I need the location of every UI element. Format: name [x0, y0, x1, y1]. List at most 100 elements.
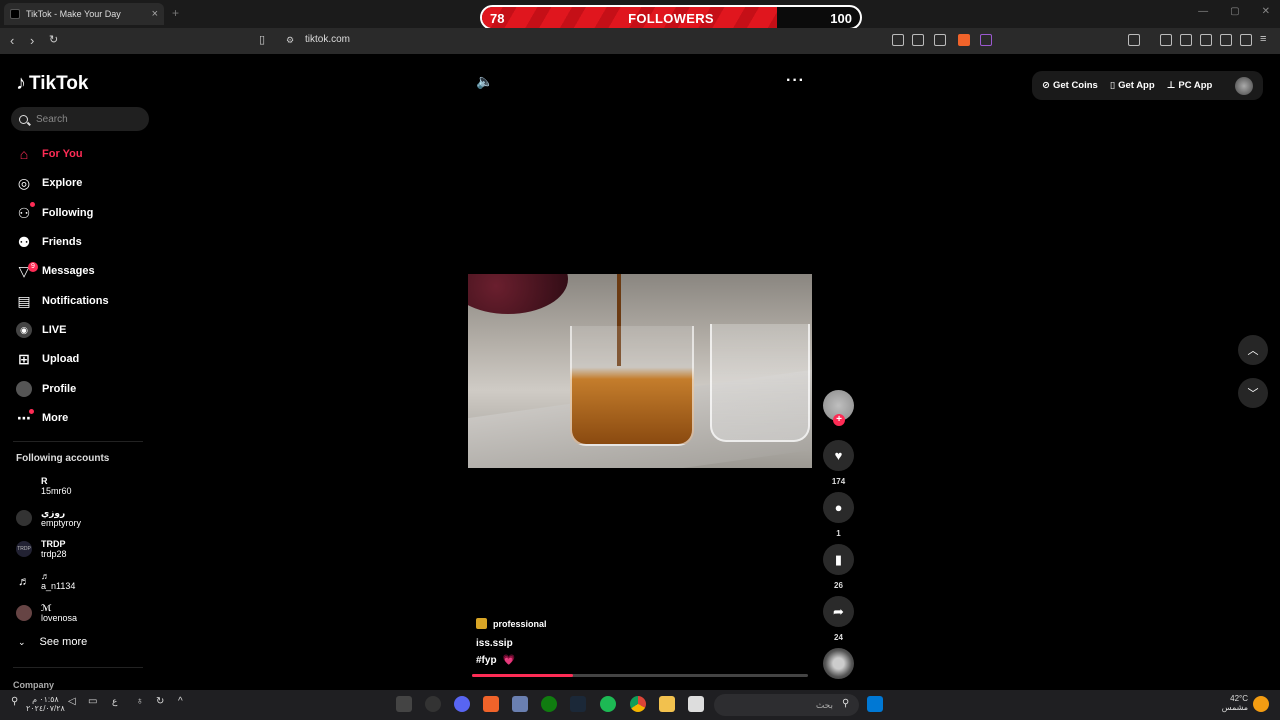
- volume-icon[interactable]: 🔈: [476, 73, 493, 90]
- video-author[interactable]: iss.ssip: [476, 638, 513, 649]
- wallet-icon[interactable]: [1200, 34, 1212, 46]
- company-link[interactable]: Company: [13, 680, 54, 690]
- windows-start-icon[interactable]: [867, 696, 883, 712]
- sidebar-item-profile[interactable]: Profile: [16, 379, 76, 399]
- compass-icon: ◎: [17, 174, 31, 191]
- save-button[interactable]: ▮: [823, 544, 854, 575]
- hashtag-link[interactable]: #fyp: [476, 655, 497, 666]
- chrome-icon[interactable]: [630, 696, 646, 712]
- leo-icon[interactable]: [1220, 34, 1232, 46]
- sidebar-item-following[interactable]: ⚇ Following: [16, 203, 94, 223]
- maximize-icon[interactable]: ▢: [1230, 6, 1239, 17]
- minimize-icon[interactable]: —: [1198, 6, 1208, 17]
- window-controls: — ▢ ✕: [1198, 6, 1270, 17]
- file-explorer-icon[interactable]: [659, 696, 675, 712]
- new-tab-button[interactable]: +: [172, 6, 179, 20]
- brave-rewards-icon[interactable]: [980, 34, 992, 46]
- vpn-icon[interactable]: [1240, 34, 1252, 46]
- site-info-icon[interactable]: ⚙: [286, 35, 294, 46]
- taskbar-search[interactable]: بحث: [714, 694, 859, 716]
- account-handle: 15mr60: [41, 486, 72, 496]
- taskbar-time: ٠١:٥٨ م: [32, 695, 59, 704]
- search-input[interactable]: Search: [11, 107, 149, 131]
- steam-icon[interactable]: [570, 696, 586, 712]
- see-more-button[interactable]: ⌄ See more: [18, 636, 87, 648]
- sidebar-item-explore[interactable]: ◎ Explore: [16, 173, 82, 193]
- video-progress-bar[interactable]: [472, 674, 808, 677]
- sidebar-item-label: Notifications: [42, 295, 109, 307]
- get-coins-button[interactable]: ⊘ Get Coins: [1042, 80, 1098, 91]
- tiktok-logo[interactable]: ♪ TikTok: [16, 72, 88, 95]
- music-icon[interactable]: [1160, 34, 1172, 46]
- store-icon[interactable]: [688, 696, 704, 712]
- like-button[interactable]: ♥: [823, 440, 854, 471]
- sidebar-item-notifications[interactable]: ▤ Notifications: [16, 291, 109, 311]
- app-icon[interactable]: [512, 696, 528, 712]
- back-icon[interactable]: ‹: [10, 33, 14, 48]
- sidebar-toggle-icon[interactable]: [1180, 34, 1192, 46]
- comment-button[interactable]: ●: [823, 492, 854, 523]
- taskbar-weather[interactable]: 42°C مشمس: [1220, 694, 1248, 712]
- speaker-icon[interactable]: ◁: [68, 696, 84, 712]
- microphone-icon[interactable]: ♁: [136, 696, 152, 712]
- more-options-icon[interactable]: ···: [786, 72, 805, 90]
- user-avatar[interactable]: [1235, 76, 1253, 95]
- profile-avatar: [16, 381, 32, 397]
- bookmark-icon[interactable]: ▯: [259, 33, 265, 46]
- follow-plus-icon[interactable]: +: [833, 414, 845, 426]
- taskbar-clock[interactable]: ٠١:٥٨ م ٢٠٢٤/٠٧/٢٨: [26, 695, 65, 713]
- epic-games-icon[interactable]: [396, 696, 412, 712]
- sidebar-item-label: Friends: [42, 236, 82, 248]
- brave-browser-icon[interactable]: [483, 696, 499, 712]
- following-icon: ⚇: [17, 204, 31, 221]
- get-app-button[interactable]: ▯ Get App: [1110, 80, 1155, 91]
- pc-app-button[interactable]: ⊥ PC App: [1167, 80, 1213, 91]
- account-item[interactable]: ℳlovenosa: [16, 601, 77, 625]
- account-name: ♬: [41, 571, 50, 581]
- messages-badge: 9: [28, 262, 38, 272]
- spotify-icon[interactable]: [600, 696, 616, 712]
- account-name: ℳ: [41, 603, 52, 613]
- next-video-button[interactable]: ﹀: [1238, 378, 1268, 408]
- music-note-icon: ♬: [18, 574, 30, 588]
- reload-icon[interactable]: ↻: [49, 33, 58, 46]
- sidebar-item-for-you[interactable]: ⌂ For You: [16, 144, 83, 164]
- tab-title: TikTok - Make Your Day: [26, 9, 121, 19]
- account-item[interactable]: R 15mr60: [16, 474, 72, 498]
- tray-chevron-icon[interactable]: ^: [178, 696, 194, 712]
- share-icon[interactable]: [934, 34, 946, 46]
- screenshot-icon[interactable]: [1128, 34, 1140, 46]
- category-tag[interactable]: professional: [476, 618, 547, 629]
- forward-icon[interactable]: ›: [30, 33, 34, 48]
- save-count: 26: [834, 581, 843, 590]
- xbox-icon[interactable]: [541, 696, 557, 712]
- sidebar-item-upload[interactable]: ⊞ Upload: [16, 349, 79, 369]
- discord-icon[interactable]: [454, 696, 470, 712]
- account-item[interactable]: TRDP TRDP trdp28: [16, 537, 67, 561]
- previous-video-button[interactable]: ︿: [1238, 335, 1268, 365]
- cast-icon[interactable]: [912, 34, 924, 46]
- menu-icon[interactable]: ≡: [1260, 33, 1266, 45]
- music-disc-icon[interactable]: [823, 648, 854, 679]
- share-button[interactable]: ➦: [823, 596, 854, 627]
- account-item[interactable]: روزي emptyrory: [16, 506, 81, 530]
- tab-close-icon[interactable]: ×: [152, 8, 158, 20]
- github-icon[interactable]: [425, 696, 441, 712]
- brave-shield-icon[interactable]: [958, 34, 970, 46]
- close-window-icon[interactable]: ✕: [1262, 6, 1270, 17]
- avatar: [16, 478, 32, 494]
- address-bar[interactable]: tiktok.com: [305, 34, 350, 45]
- translate-icon[interactable]: [892, 34, 904, 46]
- sidebar-item-friends[interactable]: ⚉ Friends: [16, 232, 82, 252]
- sidebar-item-live[interactable]: ◉ LIVE: [16, 320, 66, 340]
- sidebar-item-more[interactable]: ⋯ More: [16, 408, 68, 428]
- network-icon[interactable]: ▭: [88, 696, 104, 712]
- account-item[interactable]: ♬ ♬ a_n1134: [16, 569, 75, 593]
- video-glass-ice: [710, 324, 810, 442]
- video-player[interactable]: [468, 274, 812, 468]
- sidebar-item-label: LIVE: [42, 324, 67, 336]
- sync-icon[interactable]: ↻: [156, 696, 172, 712]
- language-icon[interactable]: ع: [112, 696, 128, 712]
- notification-bell-icon[interactable]: ⚲: [11, 696, 27, 712]
- browser-tab[interactable]: TikTok - Make Your Day ×: [4, 3, 164, 25]
